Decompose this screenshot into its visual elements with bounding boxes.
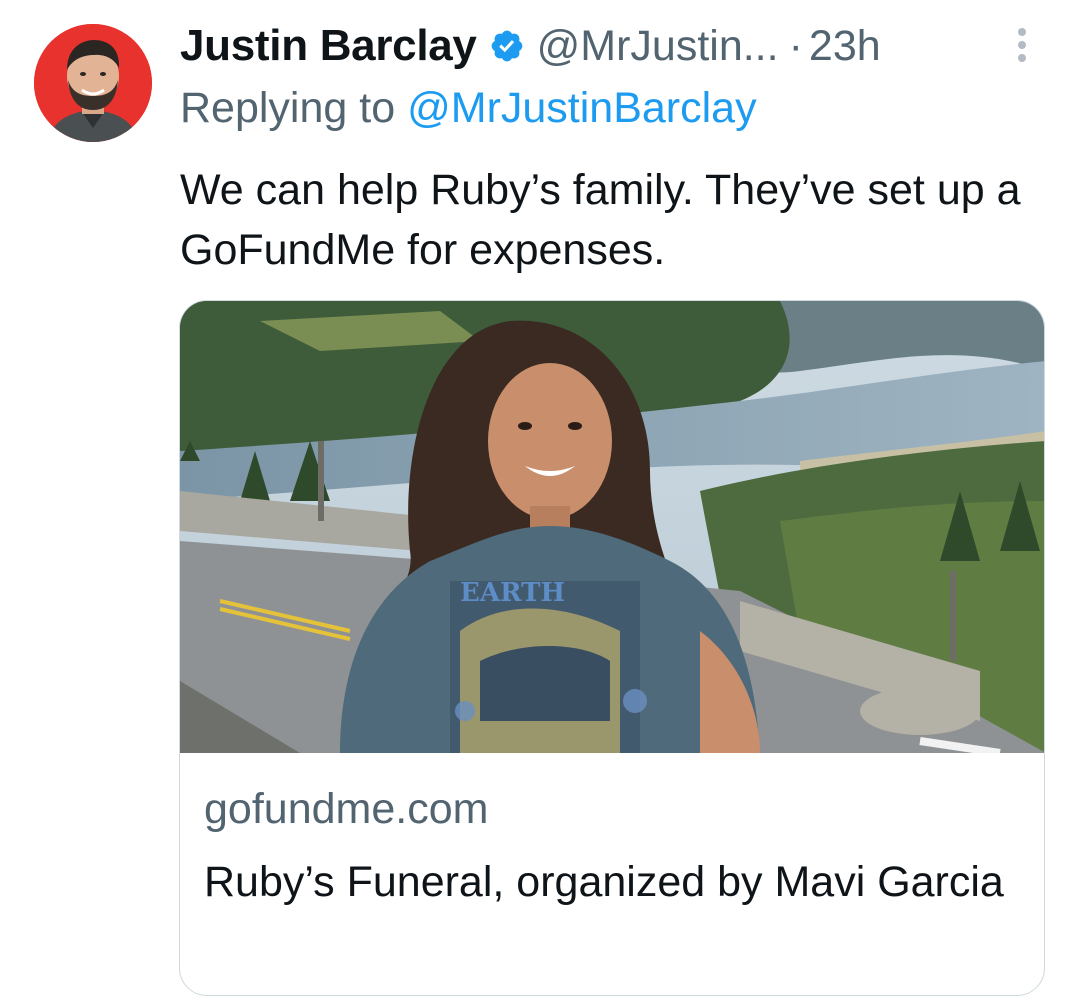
- author-handle[interactable]: @MrJustin...: [537, 22, 779, 71]
- link-card-domain[interactable]: gofundme.com: [204, 785, 488, 834]
- link-card-title[interactable]: Ruby’s Funeral, organized by Mavi Garcia: [204, 851, 1004, 913]
- more-options-icon[interactable]: [1014, 28, 1030, 70]
- svg-text:EARTH: EARTH: [460, 578, 565, 608]
- tweet-timestamp[interactable]: 23h: [809, 22, 881, 71]
- author-display-name[interactable]: Justin Barclay: [180, 21, 477, 71]
- author-avatar[interactable]: [34, 24, 152, 142]
- link-card-image[interactable]: EARTH: [180, 301, 1044, 753]
- separator-dot: ·: [788, 21, 803, 70]
- replying-to-mention[interactable]: @MrJustinBarclay: [407, 84, 757, 132]
- link-card[interactable]: EARTH gofundme.com Ruby’s Funeral, organ…: [179, 300, 1045, 996]
- replying-to-line: Replying to @MrJustinBarclay: [180, 84, 757, 133]
- tweet-header: Justin Barclay @MrJustin... · 23h: [180, 16, 881, 76]
- verified-badge-icon: [491, 30, 522, 62]
- tweet[interactable]: Justin Barclay @MrJustin... · 23h Replyi…: [0, 0, 1080, 1004]
- replying-prefix: Replying to: [180, 84, 396, 132]
- tweet-text: We can help Ruby’s family. They’ve set u…: [180, 166, 1021, 274]
